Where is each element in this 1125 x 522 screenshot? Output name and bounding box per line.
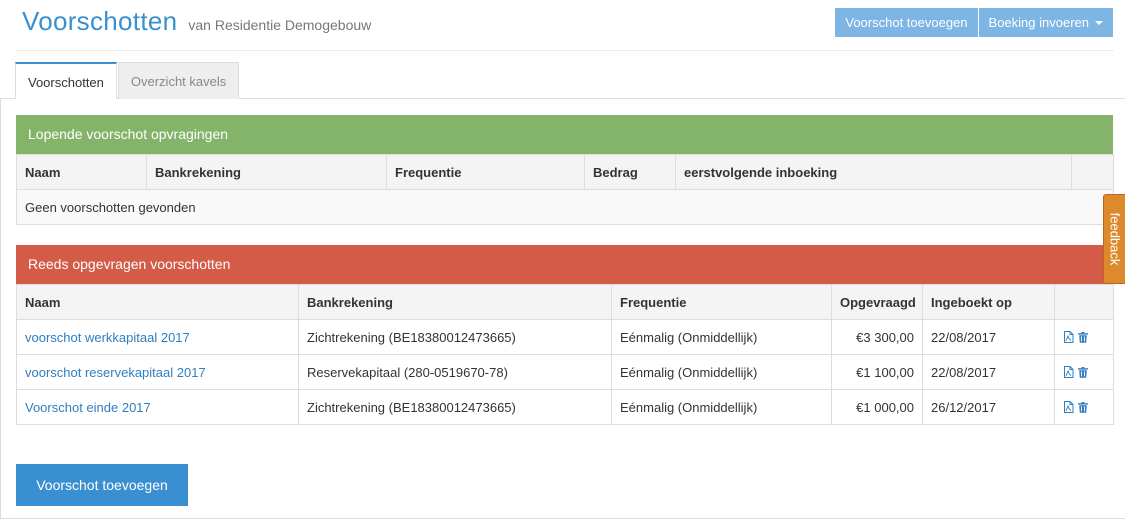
amount-cell: €1 000,00 [831, 389, 923, 425]
column-header[interactable]: eerstvolgende inboeking [675, 154, 1072, 190]
frequency-cell: Eénmalig (Onmiddellijk) [611, 389, 832, 425]
amount-cell: €1 100,00 [831, 354, 923, 390]
feedback-tab[interactable]: feedback [1103, 194, 1125, 284]
pdf-file-icon[interactable] [1063, 401, 1074, 413]
column-header-actions [1071, 154, 1114, 190]
booked-date-cell: 26/12/2017 [922, 389, 1055, 425]
enter-booking-label: Boeking invoeren [988, 15, 1089, 30]
column-header[interactable]: Frequentie [386, 154, 585, 190]
feedback-label: feedback [1107, 212, 1122, 266]
booked-date-cell: 22/08/2017 [922, 354, 1055, 390]
booked-date-cell: 22/08/2017 [922, 319, 1055, 355]
page-title: Voorschotten [22, 6, 178, 36]
tab-voorschotten[interactable]: Voorschotten [15, 62, 117, 99]
column-header-actions [1054, 284, 1114, 320]
add-advance-button[interactable]: Voorschot toevoegen [16, 464, 188, 506]
frequency-cell: Eénmalig (Onmiddellijk) [611, 354, 832, 390]
trash-icon[interactable] [1078, 401, 1088, 413]
bottom-border [0, 518, 1125, 519]
account-cell: Reservekapitaal (280-0519670-78) [298, 354, 612, 390]
advance-name-link[interactable]: voorschot reservekapitaal 2017 [25, 365, 206, 380]
actions-cell [1054, 389, 1114, 425]
column-header[interactable]: Naam [16, 154, 147, 190]
requested-advances-panel: Reeds opgevragen voorschotten Naam Bankr… [16, 245, 1114, 425]
actions-cell [1054, 354, 1114, 390]
running-advances-heading: Lopende voorschot opvragingen [16, 115, 1113, 154]
tab-bar: Voorschotten Overzicht kavels [15, 62, 240, 99]
add-advance-header-button[interactable]: Voorschot toevoegen [835, 8, 978, 37]
trash-icon[interactable] [1078, 366, 1088, 378]
page-subtitle: van Residentie Demogebouw [188, 17, 372, 33]
trash-icon[interactable] [1078, 331, 1088, 343]
advance-name-link[interactable]: Voorschot einde 2017 [25, 400, 151, 415]
column-header[interactable]: Ingeboekt op [922, 284, 1055, 320]
table-header-row: Naam Bankrekening Frequentie Opgevraagd … [16, 284, 1114, 320]
actions-cell [1054, 319, 1114, 355]
header-actions: Voorschot toevoegen Boeking invoeren [835, 8, 1113, 37]
column-header[interactable]: Opgevraagd [831, 284, 923, 320]
table-row: voorschot werkkapitaal 2017 Zichtrekenin… [16, 319, 1114, 355]
requested-advances-heading: Reeds opgevragen voorschotten [16, 245, 1113, 284]
pdf-file-icon[interactable] [1063, 331, 1074, 343]
account-cell: Zichtrekening (BE18380012473665) [298, 389, 612, 425]
amount-cell: €3 300,00 [831, 319, 923, 355]
caret-down-icon [1095, 20, 1103, 25]
account-cell: Zichtrekening (BE18380012473665) [298, 319, 612, 355]
table-header-row: Naam Bankrekening Frequentie Bedrag eers… [16, 154, 1114, 190]
requested-advances-table: Naam Bankrekening Frequentie Opgevraagd … [16, 284, 1114, 425]
tab-overzicht-kavels[interactable]: Overzicht kavels [117, 62, 240, 99]
empty-row: Geen voorschotten gevonden [16, 189, 1114, 225]
table-row: voorschot reservekapitaal 2017 Reserveka… [16, 354, 1114, 390]
column-header[interactable]: Bankrekening [146, 154, 387, 190]
running-advances-table: Naam Bankrekening Frequentie Bedrag eers… [16, 154, 1114, 225]
column-header[interactable]: Bankrekening [298, 284, 612, 320]
column-header[interactable]: Bedrag [584, 154, 676, 190]
pdf-file-icon[interactable] [1063, 366, 1074, 378]
advance-name-link[interactable]: voorschot werkkapitaal 2017 [25, 330, 190, 345]
content-border [0, 98, 1, 518]
column-header[interactable]: Frequentie [611, 284, 832, 320]
page-header: Voorschotten van Residentie Demogebouw [22, 6, 371, 40]
header-divider [16, 50, 1113, 51]
enter-booking-dropdown-button[interactable]: Boeking invoeren [978, 8, 1113, 37]
table-row: Voorschot einde 2017 Zichtrekening (BE18… [16, 389, 1114, 425]
running-advances-panel: Lopende voorschot opvragingen Naam Bankr… [16, 115, 1114, 225]
frequency-cell: Eénmalig (Onmiddellijk) [611, 319, 832, 355]
column-header[interactable]: Naam [16, 284, 299, 320]
empty-message: Geen voorschotten gevonden [16, 189, 1114, 225]
